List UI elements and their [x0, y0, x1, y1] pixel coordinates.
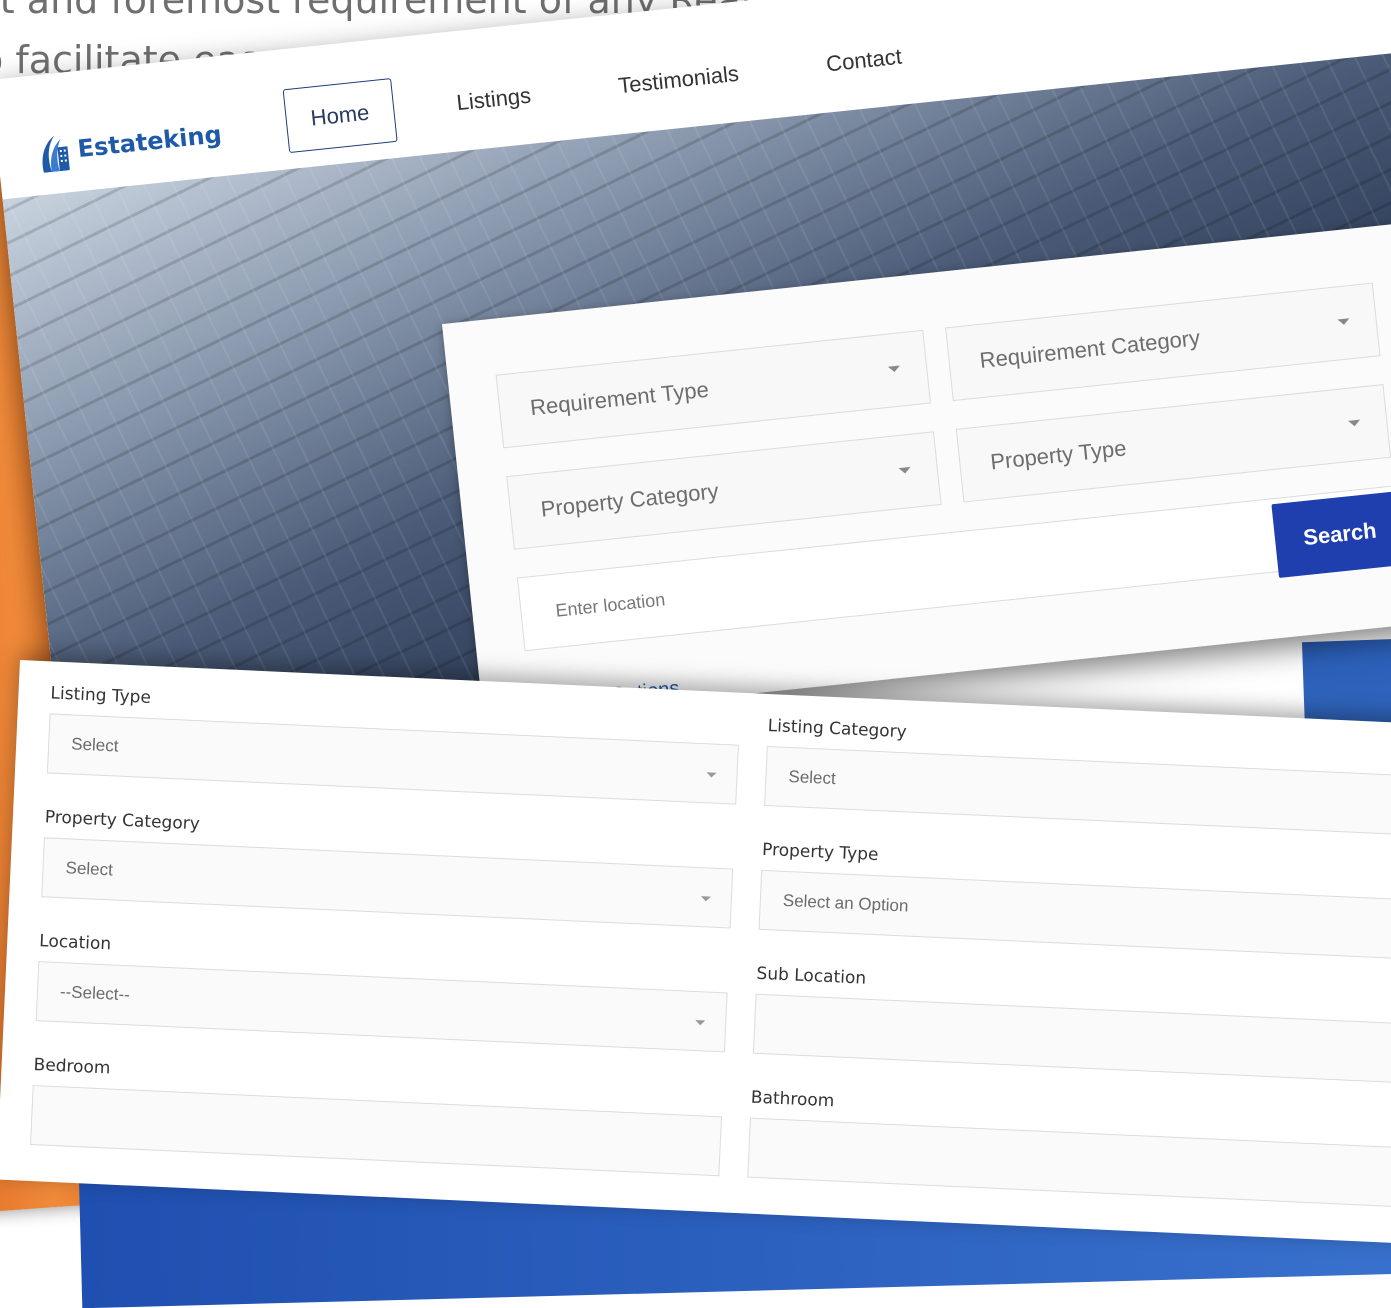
chevron-down-icon [887, 365, 901, 373]
listing-type-value: Select [70, 734, 119, 756]
bathroom-field: Bathroom [747, 1088, 1391, 1209]
location-field: Location --Select-- [35, 931, 729, 1053]
property-type-field: Property Type Select an Option [758, 840, 1391, 962]
search-button[interactable]: Search [1271, 490, 1391, 578]
website-screenshot: Estateking Home Listings Testimonials Co… [0, 0, 1391, 767]
property-category-label: Property Category [539, 478, 720, 522]
property-type-label: Property Type [989, 435, 1128, 475]
chevron-down-icon [1337, 318, 1350, 326]
location-value: --Select-- [59, 982, 131, 1005]
logo[interactable]: Estateking [36, 114, 224, 173]
chevron-down-icon [706, 772, 717, 778]
nav-contact[interactable]: Contact [798, 22, 930, 99]
form-column-right: Listing Category Select Property Type Se… [747, 694, 1391, 1209]
building-logo-icon [42, 135, 70, 173]
chevron-down-icon [695, 1020, 706, 1026]
chevron-down-icon [1348, 419, 1361, 427]
property-category-select[interactable]: Property Category [506, 431, 942, 550]
location-placeholder: Enter location [554, 588, 667, 621]
sub-location-field: Sub Location [752, 964, 1391, 1085]
property-category-value: Select [65, 858, 114, 880]
nav-home[interactable]: Home [282, 78, 398, 154]
chevron-down-icon [898, 466, 912, 475]
property-type-select[interactable]: Property Type [955, 384, 1391, 503]
listing-category-value: Select [788, 766, 837, 789]
search-card: Requirement Type Requirement Category Pr… [441, 223, 1391, 742]
chevron-down-icon [700, 896, 711, 902]
property-category-field: Property Category Select [41, 807, 734, 929]
logo-text: Estateking [76, 120, 223, 164]
advanced-search-form: Listing Type Select Property Category Se… [0, 660, 1391, 1244]
requirement-category-select[interactable]: Requirement Category [945, 282, 1381, 402]
nav-testimonials[interactable]: Testimonials [590, 39, 767, 121]
requirement-type-label: Requirement Type [528, 376, 710, 421]
requirement-category-label: Requirement Category [978, 325, 1202, 374]
bedroom-field: Bedroom [30, 1055, 723, 1177]
requirement-type-select[interactable]: Requirement Type [495, 329, 931, 449]
listing-type-field: Listing Type Select [46, 683, 740, 805]
property-type-value: Select an Option [782, 890, 909, 916]
nav-listings[interactable]: Listings [428, 61, 559, 138]
listing-category-field: Listing Category Select [764, 716, 1391, 838]
